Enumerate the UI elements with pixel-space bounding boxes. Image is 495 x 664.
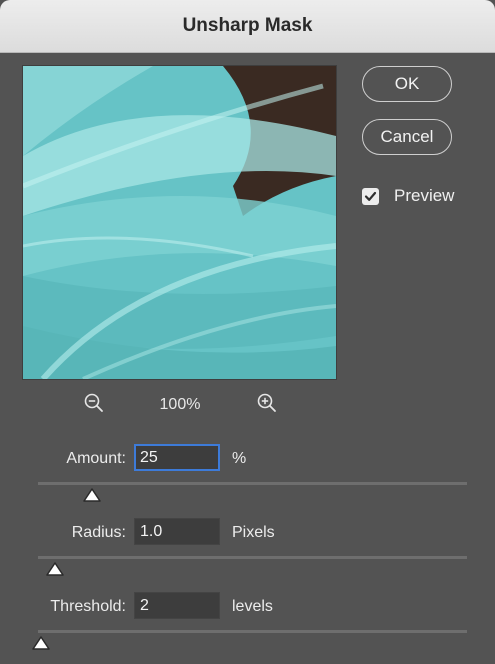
zoom-in-icon[interactable] [256,392,278,419]
zoom-level: 100% [159,396,201,413]
checkmark-icon [364,191,377,201]
threshold-slider-track[interactable] [38,630,467,633]
radius-slider-track[interactable] [38,556,467,559]
radius-input[interactable] [134,518,220,545]
threshold-slider-thumb[interactable] [32,636,51,650]
amount-slider-track[interactable] [38,482,467,485]
amount-unit: % [232,450,247,467]
preview-checkbox[interactable] [362,187,379,205]
radius-label: Radius: [71,524,126,541]
radius-unit: Pixels [232,524,275,541]
dialog-title: Unsharp Mask [182,15,313,36]
threshold-unit: levels [232,598,273,615]
cancel-button[interactable]: Cancel [362,119,452,155]
preview-checkbox-row[interactable]: Preview [362,186,454,206]
title-bar: Unsharp Mask [0,0,495,53]
amount-slider-thumb[interactable] [82,488,101,502]
preview-label: Preview [394,186,455,205]
radius-slider-thumb[interactable] [46,562,64,576]
threshold-input[interactable] [134,592,220,619]
amount-input[interactable] [134,444,220,471]
tulle-fabric-image [23,66,336,379]
threshold-label: Threshold: [50,598,126,615]
amount-label: Amount: [66,450,126,467]
image-preview[interactable] [22,65,337,380]
ok-button[interactable]: OK [362,66,452,102]
zoom-out-icon[interactable] [83,392,105,419]
